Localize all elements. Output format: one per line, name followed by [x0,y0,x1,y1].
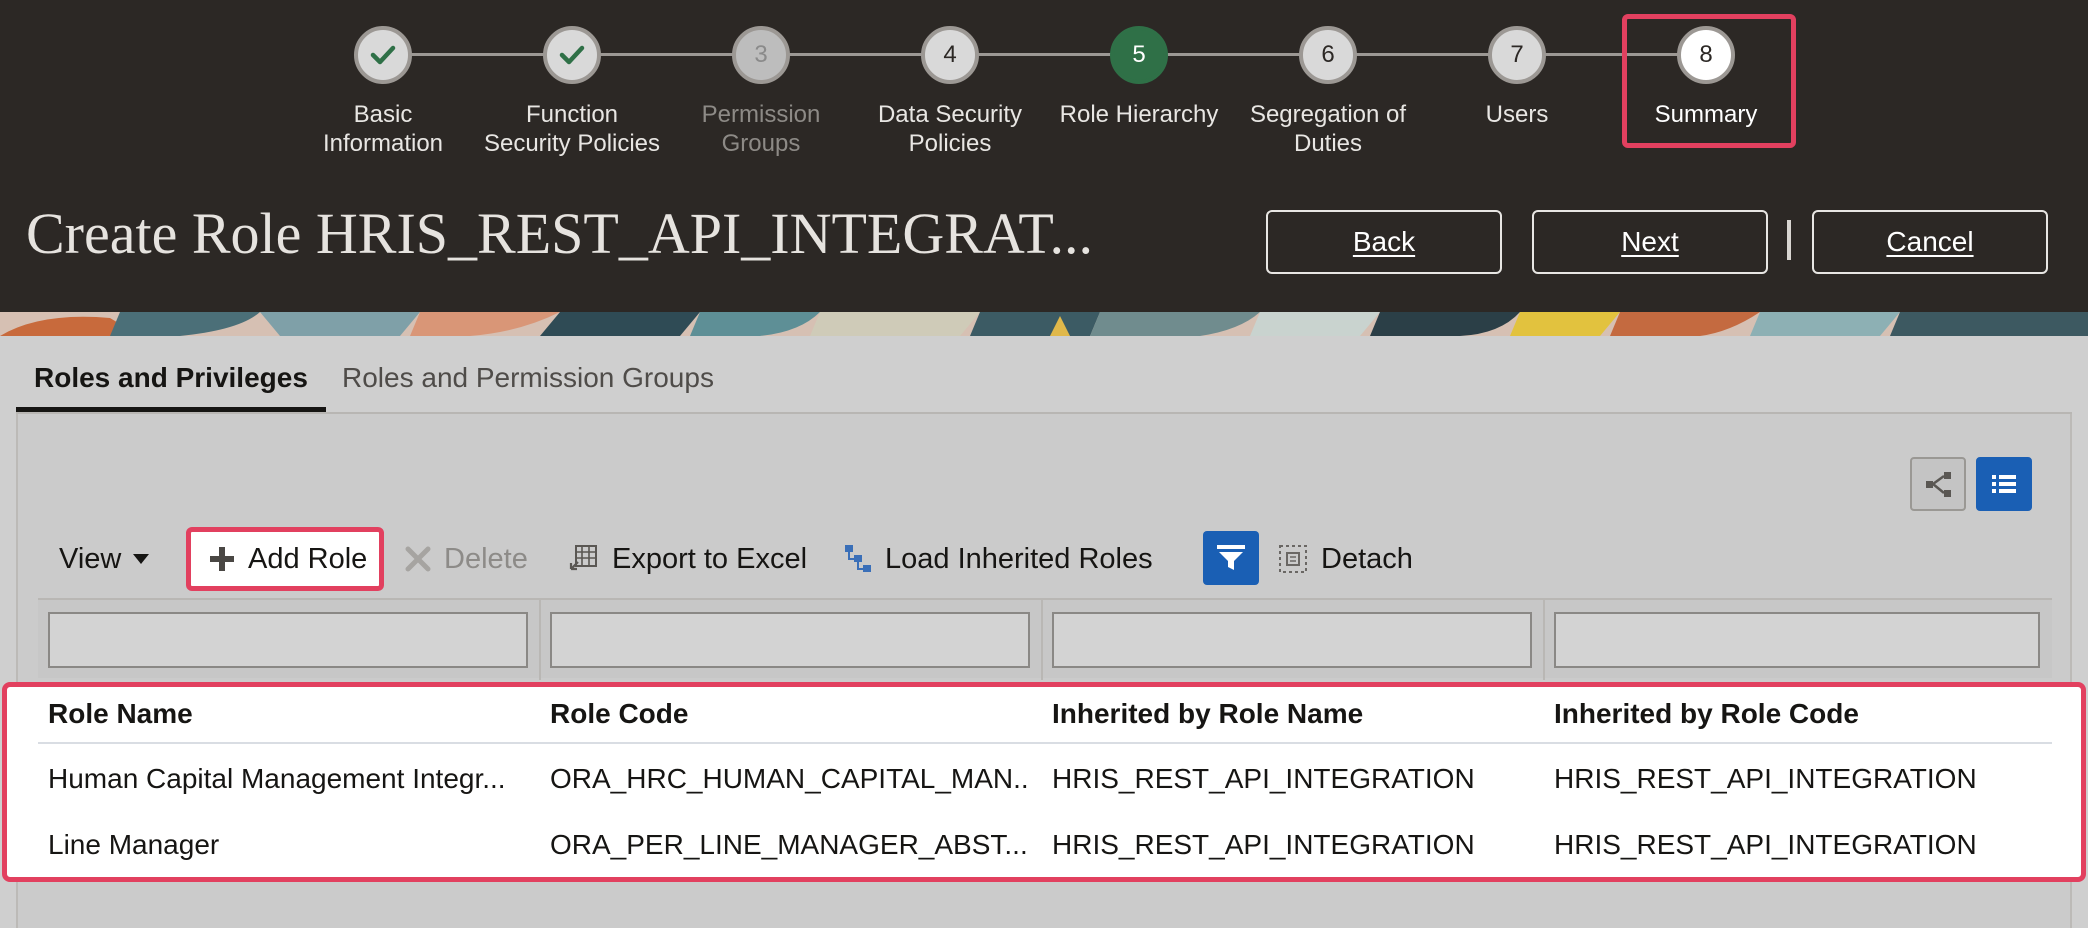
detach-label: Detach [1321,542,1413,575]
column-header-inherited-by-role-code[interactable]: Inherited by Role Code [1554,686,2034,742]
export-excel-icon [569,545,597,571]
train-step-role-hierarchy[interactable]: 5 Role Hierarchy [1039,26,1239,129]
train-step-segregation-of-duties[interactable]: 6 Segregation of Duties [1228,26,1428,158]
decorative-banner [0,312,2088,336]
next-button[interactable]: Next [1532,210,1768,274]
column-header-inherited-by-role-name[interactable]: Inherited by Role Name [1052,686,1532,742]
train-step-users[interactable]: 7 Users [1417,26,1617,129]
plus-icon [210,547,234,571]
detach-button[interactable]: Detach [1277,534,1413,584]
export-to-excel-button[interactable]: Export to Excel [568,534,807,584]
column-header-role-code[interactable]: Role Code [550,686,1030,742]
export-label: Export to Excel [612,542,808,575]
column-header-role-name[interactable]: Role Name [48,686,528,742]
list-view-toggle[interactable] [1976,457,2032,511]
step-number: 3 [732,26,790,84]
step-completed-indicator [543,26,601,84]
summary-step-highlight [1622,14,1796,148]
hierarchy-icon [1926,472,1951,497]
load-inherited-label: Load Inherited Roles [885,542,1153,575]
inherited-role-code-filter-input[interactable] [1554,612,2040,668]
view-menu-label: View [59,542,122,575]
step-label: Role Hierarchy [1059,101,1219,128]
delete-label: Delete [444,542,528,575]
load-inherited-roles-button[interactable]: Load Inherited Roles [843,534,1153,584]
query-by-example-button[interactable] [1203,531,1259,585]
column-divider [1543,600,1545,680]
tab-roles-and-privileges[interactable]: Roles and Privileges [16,362,326,412]
step-number: 7 [1488,26,1546,84]
step-label: Data Security Policies [877,101,1023,157]
train-step-data-security-policies[interactable]: 4 Data Security Policies [850,26,1050,158]
inherited-role-name-cell: HRIS_REST_API_INTEGRATION [1052,829,1475,860]
add-role-label: Add Role [248,542,368,575]
table-row[interactable]: Human Capital Management Integr... ORA_H… [38,746,2052,812]
column-divider [539,600,541,680]
step-label: Function Security Policies [483,101,661,157]
role-code-cell: ORA_PER_LINE_MANAGER_ABST... [550,829,1028,860]
cancel-button[interactable]: Cancel [1812,210,2048,274]
delete-x-icon [405,546,431,572]
step-number: 5 [1110,26,1168,84]
train-step-function-security-policies[interactable]: Function Security Policies [472,26,672,158]
train-step-basic-information[interactable]: Basic Information [283,26,483,158]
back-button[interactable]: Back [1266,210,1502,274]
step-number: 4 [921,26,979,84]
step-number: 6 [1299,26,1357,84]
checkmark-icon [559,45,585,65]
role-name-cell: Human Capital Management Integr... [48,763,506,794]
role-code-filter-input[interactable] [550,612,1030,668]
hierarchy-view-toggle[interactable] [1910,457,1966,511]
inherited-role-code-cell: HRIS_REST_API_INTEGRATION [1554,829,1977,860]
role-code-cell: ORA_HRC_HUMAN_CAPITAL_MAN... [550,763,1030,794]
button-separator [1787,220,1791,260]
role-name-filter-input[interactable] [48,612,528,668]
tab-roles-and-permission-groups[interactable]: Roles and Permission Groups [342,362,714,412]
list-icon [1992,475,2016,493]
page-title: Create Role HRIS_REST_API_INTEGRAT... [26,201,1093,266]
role-name-cell: Line Manager [48,829,220,860]
step-label: Permission Groups [701,101,821,157]
step-completed-indicator [354,26,412,84]
inherited-role-name-cell: HRIS_REST_API_INTEGRATION [1052,763,1475,794]
train-step-permission-groups: 3 Permission Groups [661,26,861,158]
filter-row [38,598,2052,680]
column-divider [1041,600,1043,680]
banner-artwork [0,312,2088,336]
add-role-button[interactable]: Add Role [208,534,367,584]
step-label: Basic Information [322,101,444,157]
table-row[interactable]: Line Manager ORA_PER_LINE_MANAGER_ABST..… [38,812,2052,878]
delete-button[interactable]: Delete [404,534,528,584]
inherited-role-name-filter-input[interactable] [1052,612,1532,668]
checkmark-icon [370,45,396,65]
step-label: Segregation of Duties [1249,101,1407,157]
filter-icon [1217,545,1245,570]
dropdown-arrow-icon [133,554,150,564]
step-label: Users [1485,101,1549,128]
detach-icon [1279,545,1307,573]
hierarchy-load-icon [845,545,871,572]
table-header: Role Name Role Code Inherited by Role Na… [38,686,2052,744]
page-header: Basic Information Function Security Poli… [0,0,2088,312]
inherited-role-code-cell: HRIS_REST_API_INTEGRATION [1554,763,1977,794]
view-menu[interactable]: View [59,534,151,584]
